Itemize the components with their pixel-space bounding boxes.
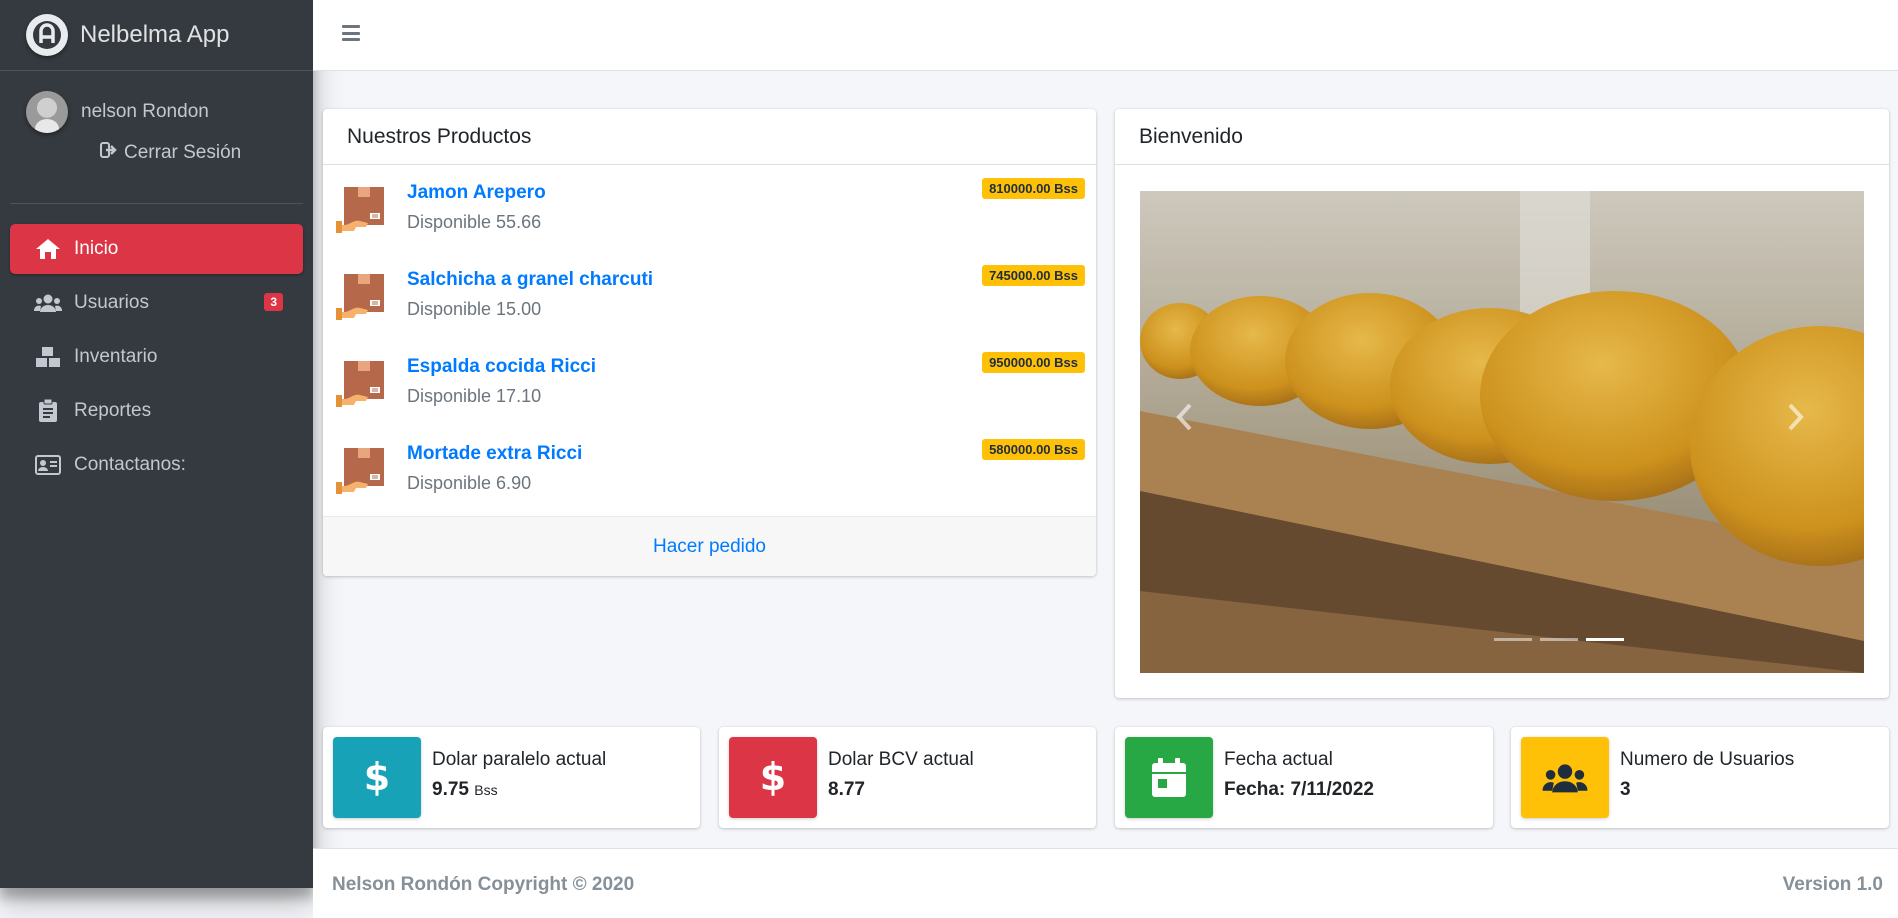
price-badge: 745000.00 Bss — [982, 265, 1085, 286]
product-name-link[interactable]: Espalda cocida Ricci — [407, 356, 596, 378]
product-box-icon — [336, 359, 386, 407]
clipboard-icon — [34, 399, 62, 423]
sidebar-item-usuarios[interactable]: Usuarios 3 — [10, 278, 303, 328]
sidebar-item-reportes[interactable]: Reportes — [10, 386, 303, 436]
sign-out-icon — [100, 141, 120, 165]
list-item: Jamon Arepero Disponible 55.66 810000.00… — [323, 165, 1096, 252]
product-name-link[interactable]: Salchicha a granel charcuti — [407, 269, 653, 291]
welcome-card: Bienvenido — [1115, 109, 1889, 698]
price-badge: 580000.00 Bss — [982, 439, 1085, 460]
carousel-prev-icon[interactable] — [1176, 403, 1216, 443]
info-box-dolar-paralelo: $ Dolar paralelo actual 9.75 Bss — [323, 727, 700, 828]
order-link[interactable]: Hacer pedido — [323, 516, 1096, 576]
product-availability: Disponible 15.00 — [407, 299, 542, 319]
info-box-fecha: Fecha actual Fecha: 7/11/2022 — [1115, 727, 1493, 828]
list-item: Salchicha a granel charcuti Disponible 1… — [323, 252, 1096, 339]
main-sidebar: Nelbelma App nelson Rondon Cerrar Sesión… — [0, 0, 313, 888]
home-icon — [34, 237, 62, 261]
sidebar-item-inicio[interactable]: Inicio — [10, 224, 303, 274]
info-box-label: Numero de Usuarios — [1620, 749, 1795, 770]
sidebar-item-label: Inicio — [74, 238, 119, 259]
carousel-indicator[interactable] — [1540, 638, 1578, 641]
product-availability: Disponible 6.90 — [407, 473, 532, 493]
info-box-value: Fecha: 7/11/2022 — [1224, 779, 1374, 800]
product-name-link[interactable]: Mortade extra Ricci — [407, 443, 582, 465]
image-carousel — [1140, 191, 1864, 673]
product-box-icon — [336, 185, 386, 233]
menu-toggle-icon[interactable] — [342, 25, 360, 41]
product-box-icon — [336, 446, 386, 494]
carousel-indicator[interactable] — [1494, 638, 1532, 641]
list-item: Mortade extra Ricci Disponible 6.90 5800… — [323, 426, 1096, 513]
avatar[interactable] — [26, 91, 68, 133]
brand-logo-icon — [26, 14, 68, 56]
svg-text:$: $ — [365, 758, 389, 798]
carousel-next-icon[interactable] — [1788, 403, 1828, 443]
logout-label: Cerrar Sesión — [124, 142, 242, 163]
brand-title: Nelbelma App — [80, 21, 230, 48]
sidebar-nav: Inicio Usuarios 3 Inventario Reportes Co… — [0, 224, 313, 490]
user-name[interactable]: nelson Rondon — [81, 101, 209, 123]
product-availability: Disponible 17.10 — [407, 386, 542, 406]
logout-link[interactable]: Cerrar Sesión — [100, 141, 241, 165]
sidebar-item-label: Reportes — [74, 400, 152, 421]
info-box-dolar-bcv: $ Dolar BCV actual 8.77 — [719, 727, 1096, 828]
info-box-value: 3 — [1620, 779, 1631, 800]
top-navbar — [313, 0, 1898, 71]
sidebar-item-label: Contactanos: — [74, 454, 186, 475]
info-box-label: Fecha actual — [1224, 749, 1333, 770]
list-item: Espalda cocida Ricci Disponible 17.10 95… — [323, 339, 1096, 426]
info-box-label: Dolar paralelo actual — [432, 749, 607, 770]
users-icon — [34, 291, 62, 315]
address-card-icon — [34, 453, 62, 477]
sidebar-item-inventario[interactable]: Inventario — [10, 332, 303, 382]
welcome-card-title: Bienvenido — [1115, 109, 1889, 165]
sidebar-item-label: Usuarios — [74, 292, 149, 313]
dollar-icon: $ — [333, 737, 421, 818]
carousel-indicator-active[interactable] — [1586, 638, 1624, 641]
users-icon — [1521, 737, 1609, 818]
carousel-indicators — [1140, 638, 1864, 641]
boxes-icon — [34, 345, 62, 369]
product-box-icon — [336, 272, 386, 320]
price-badge: 950000.00 Bss — [982, 352, 1085, 373]
sidebar-item-contactanos[interactable]: Contactanos: — [10, 440, 303, 490]
version-text: Version 1.0 — [1782, 874, 1883, 895]
info-box-value: 8.77 — [828, 779, 865, 800]
user-panel: nelson Rondon Cerrar Sesión — [10, 71, 303, 204]
brand-link[interactable]: Nelbelma App — [0, 0, 313, 71]
price-badge: 810000.00 Bss — [982, 178, 1085, 199]
dollar-icon: $ — [729, 737, 817, 818]
calendar-icon — [1125, 737, 1213, 818]
product-name-link[interactable]: Jamon Arepero — [407, 182, 546, 204]
cheese-shelf-image — [1140, 191, 1864, 673]
products-card-title: Nuestros Productos — [323, 109, 1096, 165]
copyright-text: Nelson Rondón Copyright © 2020 — [332, 874, 635, 895]
info-box-usuarios: Numero de Usuarios 3 — [1511, 727, 1889, 828]
svg-text:$: $ — [761, 758, 785, 798]
users-count-badge: 3 — [264, 293, 283, 311]
products-card: Nuestros Productos Jamon Arepero Disponi… — [323, 109, 1096, 576]
sidebar-item-label: Inventario — [74, 346, 158, 367]
info-box-label: Dolar BCV actual — [828, 749, 974, 770]
product-availability: Disponible 55.66 — [407, 212, 542, 232]
page-footer: Nelson Rondón Copyright © 2020 Version 1… — [313, 848, 1898, 918]
info-box-value: 9.75 Bss — [432, 779, 498, 800]
